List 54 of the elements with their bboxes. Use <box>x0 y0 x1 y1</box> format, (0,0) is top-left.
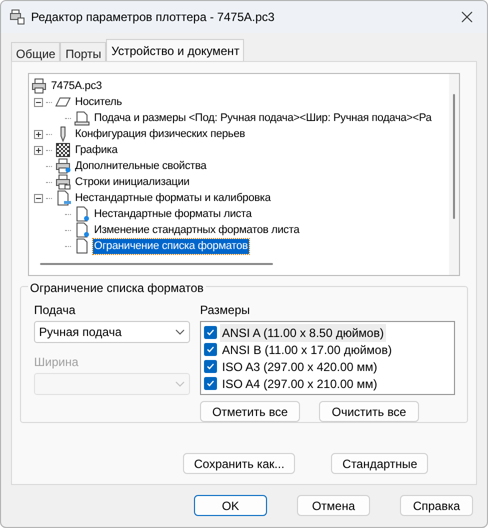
list-label: Размеры <box>200 302 251 319</box>
tree-item[interactable]: Ограничение списка форматов <box>93 238 249 254</box>
expand-icon[interactable] <box>34 130 43 138</box>
printer-icon <box>31 78 47 94</box>
tab[interactable]: Общие <box>11 42 60 61</box>
page-icon <box>74 222 90 238</box>
field-label: Ширина <box>34 354 80 371</box>
printer-icon <box>55 158 71 174</box>
list-item[interactable]: ISO A3 (297.00 x 420.00 мм) <box>220 358 380 376</box>
tab[interactable]: Порты <box>60 42 106 61</box>
tree-item[interactable]: Строки инициализации <box>74 174 190 190</box>
printer-icon <box>55 174 71 190</box>
checkbox[interactable] <box>204 360 217 373</box>
tree-item[interactable]: Подача и размеры <Под: Ручная подача><Шир: Ручная подача><Ра <box>93 110 433 126</box>
collapse-icon[interactable] <box>34 194 43 202</box>
page-icon <box>74 238 90 254</box>
checkerboard-icon <box>55 142 71 158</box>
horizontal-scrollbar-thumb[interactable] <box>40 263 273 265</box>
chevron-down-icon <box>175 381 185 387</box>
list-button[interactable]: Отметить все <box>200 401 300 422</box>
checkbox[interactable] <box>204 326 217 339</box>
tray-icon <box>74 110 90 126</box>
tab[interactable]: Устройство и документ <box>106 39 244 61</box>
vertical-scrollbar-thumb[interactable] <box>453 94 455 219</box>
tree-item[interactable]: Дополнительные свойства <box>74 158 208 174</box>
page-button[interactable]: Сохранить как... <box>183 453 296 474</box>
close-icon[interactable] <box>461 11 473 23</box>
dropdown-value: Ручная подача <box>39 324 122 341</box>
page-button[interactable]: Стандартные <box>331 453 428 474</box>
tree-item[interactable]: Графика <box>74 142 119 158</box>
collapse-icon[interactable] <box>34 98 43 106</box>
tree-item[interactable]: Носитель <box>74 94 123 110</box>
tree-item[interactable]: Нестандартные форматы листа <box>93 206 253 222</box>
list-button[interactable]: Очистить все <box>319 401 419 422</box>
dialog-button[interactable]: OK <box>194 495 267 516</box>
page-icon <box>55 190 71 206</box>
checkbox[interactable] <box>204 377 217 390</box>
list-item[interactable]: ANSI A (11.00 x 8.50 дюймов) <box>220 324 386 342</box>
list-item[interactable]: ISO A4 (297.00 x 210.00 мм) <box>220 374 380 392</box>
field-label: Подача <box>34 302 76 319</box>
tree-item[interactable]: 7475A.pc3 <box>50 78 103 94</box>
dialog-button[interactable]: Справка <box>400 495 473 516</box>
tree-item[interactable]: Конфигурация физических перьев <box>74 126 246 142</box>
dialog-button[interactable]: Отмена <box>297 495 370 516</box>
list-item[interactable]: ANSI B (11.00 x 17.00 дюймов) <box>220 340 394 358</box>
dropdown[interactable]: Ручная подача <box>34 321 190 343</box>
checkbox[interactable] <box>204 343 217 356</box>
tree-item[interactable]: Изменение стандартных форматов листа <box>93 222 300 238</box>
expand-icon[interactable] <box>34 146 43 154</box>
page-icon <box>74 206 90 222</box>
window-title: Редактор параметров плоттера - 7475A.pc3 <box>31 9 276 26</box>
tree-item[interactable]: Нестандартные форматы и калибровка <box>74 190 272 206</box>
printer-icon <box>9 9 25 25</box>
chevron-down-icon <box>175 329 185 335</box>
